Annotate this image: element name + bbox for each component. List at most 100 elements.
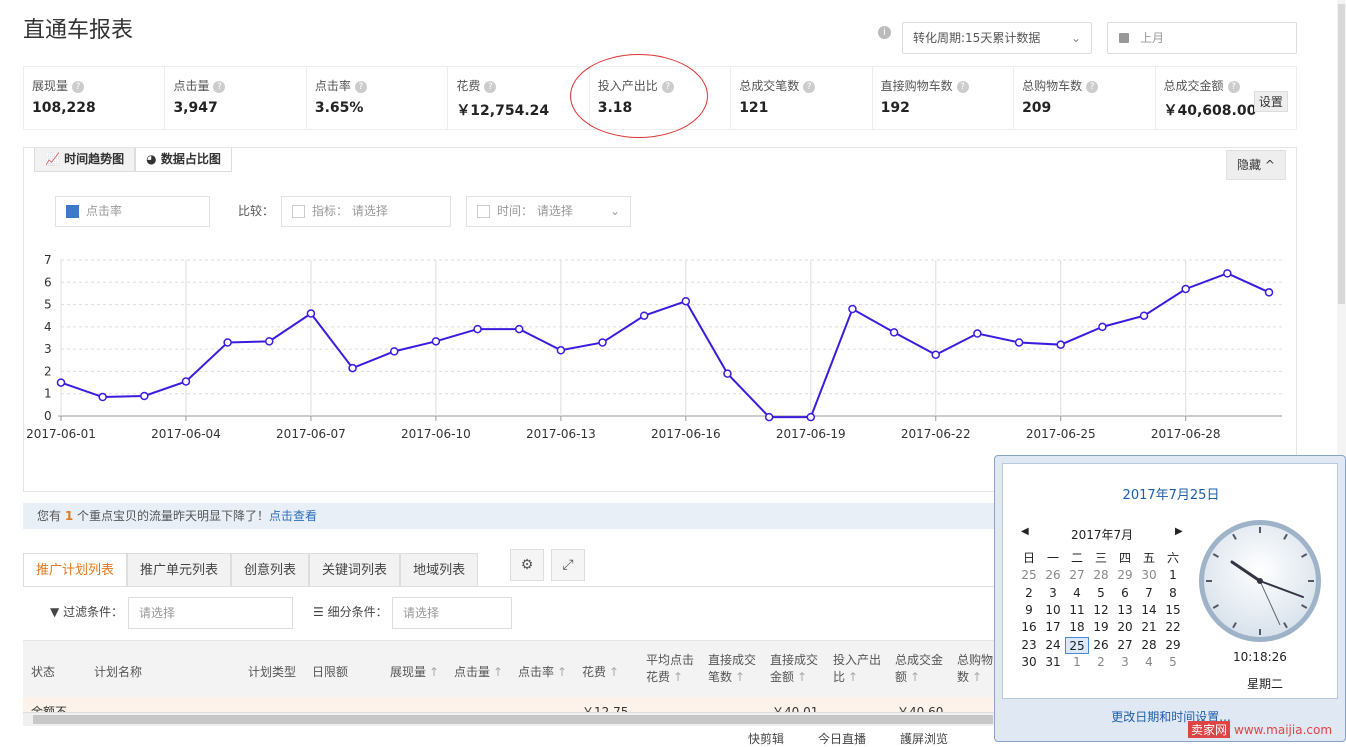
calendar-day[interactable]: 30 <box>1137 567 1161 584</box>
calendar-day[interactable]: 1 <box>1065 654 1089 671</box>
th-daily-budget[interactable]: 日限额 <box>312 663 348 680</box>
scrollbar-thumb[interactable] <box>1338 4 1345 304</box>
metrics-setting-button[interactable]: 设置 <box>1253 91 1288 112</box>
calendar-day[interactable]: 17 <box>1041 619 1065 636</box>
calendar-day[interactable]: 7 <box>1137 585 1161 602</box>
calendar-day[interactable]: 14 <box>1137 602 1161 619</box>
calendar-day[interactable]: 8 <box>1161 585 1185 602</box>
calendar-day[interactable]: 15 <box>1161 602 1185 619</box>
horizontal-scrollbar[interactable] <box>23 712 998 726</box>
breakdown-input[interactable]: 请选择 <box>392 597 512 629</box>
scrollbar-thumb[interactable] <box>33 715 993 724</box>
calendar-day[interactable]: 13 <box>1113 602 1137 619</box>
calendar-day[interactable]: 6 <box>1113 585 1137 602</box>
th-total-cart[interactable]: 总购物数 ↑ <box>957 651 993 685</box>
calendar-day[interactable]: 4 <box>1065 585 1089 602</box>
metric-direct-cart[interactable]: 直接购物车数? 192 <box>873 67 1015 129</box>
calendar-day[interactable]: 11 <box>1065 602 1089 619</box>
metric-total-amount[interactable]: 总成交金额? ￥40,608.00 设置 <box>1156 67 1296 129</box>
hide-chart-button[interactable]: 隐藏 ^ <box>1226 150 1286 180</box>
calendar-day[interactable]: 2 <box>1089 654 1113 671</box>
tab-unit-list[interactable]: 推广单元列表 <box>127 553 232 587</box>
info-icon[interactable]: i <box>878 26 891 39</box>
date-range-input[interactable]: 上月 <box>1107 22 1297 54</box>
data-point <box>1264 288 1274 297</box>
calendar-day[interactable]: 1 <box>1161 567 1185 584</box>
calendar-day[interactable]: 27 <box>1113 637 1137 654</box>
filter-label: ▼ 过滤条件： <box>50 603 123 620</box>
th-direct-amount[interactable]: 直接成交 金额 ↑ <box>770 651 818 685</box>
th-plan-name[interactable]: 计划名称 <box>94 663 142 680</box>
calendar-day[interactable]: 4 <box>1137 654 1161 671</box>
metric-cost[interactable]: 花费? ￥12,754.24 <box>448 67 590 129</box>
calendar-day[interactable]: 26 <box>1089 637 1113 654</box>
metric-total-cart[interactable]: 总购物车数? 209 <box>1014 67 1156 129</box>
taskbar-item-2[interactable]: 今日直播 <box>818 730 866 747</box>
calendar-day[interactable]: 27 <box>1065 567 1089 584</box>
calendar-day[interactable]: 3 <box>1041 585 1065 602</box>
calendar-day[interactable]: 29 <box>1161 637 1185 654</box>
th-impressions[interactable]: 展现量 ↑ <box>390 663 439 680</box>
calendar-day[interactable]: 20 <box>1113 619 1137 636</box>
calendar-day[interactable]: 29 <box>1113 567 1137 584</box>
data-point <box>473 324 482 334</box>
calendar-day[interactable]: 12 <box>1089 602 1113 619</box>
calendar-day[interactable]: 26 <box>1041 567 1065 584</box>
calendar-day[interactable]: 22 <box>1161 619 1185 636</box>
calendar-day[interactable]: 25 <box>1065 636 1089 654</box>
prev-month-icon[interactable]: ◀ <box>1021 526 1029 537</box>
clock-date-title[interactable]: 2017年7月25日 <box>1003 484 1339 503</box>
calendar-day[interactable]: 5 <box>1089 585 1113 602</box>
calendar-day[interactable]: 31 <box>1041 654 1065 671</box>
tab-trend-chart[interactable]: 📈 时间趋势图 <box>34 148 136 172</box>
th-plan-type[interactable]: 计划类型 <box>248 663 296 680</box>
calendar-day[interactable]: 18 <box>1065 619 1089 636</box>
chart-metric-picker[interactable]: 点击率 <box>55 196 210 227</box>
watermark: 卖家网 www.maijia.com <box>1188 721 1332 738</box>
tab-creative-list[interactable]: 创意列表 <box>231 553 310 587</box>
calendar-day[interactable]: 10 <box>1041 602 1065 619</box>
th-cost[interactable]: 花费 ↑ <box>582 663 619 680</box>
taskbar-item-3[interactable]: 護屏浏览 <box>900 730 948 747</box>
th-ctr[interactable]: 点击率 ↑ <box>518 663 567 680</box>
calendar-day[interactable]: 16 <box>1017 619 1041 636</box>
next-month-icon[interactable]: ▶ <box>1175 526 1183 537</box>
checkbox[interactable] <box>292 205 305 218</box>
th-clicks[interactable]: 点击量 ↑ <box>454 663 503 680</box>
conversion-period-select[interactable]: 转化周期:15天累计数据 ⌄ <box>902 22 1092 54</box>
th-status[interactable]: 状态 <box>31 663 55 680</box>
calendar-day[interactable]: 5 <box>1161 654 1185 671</box>
calendar-day[interactable]: 2 <box>1017 585 1041 602</box>
calendar-day[interactable]: 28 <box>1089 567 1113 584</box>
calendar-day[interactable]: 30 <box>1017 654 1041 671</box>
data-point <box>806 412 816 422</box>
metric-impressions[interactable]: 展现量? 108,228 <box>24 67 166 129</box>
checkbox[interactable] <box>477 205 490 218</box>
time-select[interactable]: 时间： 请选择 ⌄ <box>466 196 631 227</box>
calendar-day[interactable]: 25 <box>1017 567 1041 584</box>
th-direct-orders[interactable]: 直接成交 笔数 ↑ <box>708 651 756 685</box>
tab-ratio-chart[interactable]: ◕ 数据占比图 <box>135 148 232 172</box>
calendar-day[interactable]: 9 <box>1017 602 1041 619</box>
metric-ctr[interactable]: 点击率? 3.65% <box>307 67 449 129</box>
calendar-day[interactable]: 19 <box>1089 619 1113 636</box>
gear-icon[interactable]: ⚙ <box>510 549 544 581</box>
filter-input[interactable]: 请选择 <box>128 597 293 629</box>
calendar-day[interactable]: 24 <box>1041 637 1065 654</box>
calendar-day[interactable]: 23 <box>1017 637 1041 654</box>
calendar-day[interactable]: 21 <box>1137 619 1161 636</box>
metric-clicks[interactable]: 点击量? 3,947 <box>165 67 307 129</box>
fullscreen-icon[interactable]: ⤢ <box>551 549 585 581</box>
indicator-select[interactable]: 指标： 请选择 <box>281 196 451 227</box>
alert-link[interactable]: 点击查看 <box>269 509 317 523</box>
taskbar-item-1[interactable]: 快剪辑 <box>748 730 784 747</box>
metric-total-orders[interactable]: 总成交笔数? 121 <box>731 67 873 129</box>
th-total-amount[interactable]: 总成交金额 ↑ <box>895 651 943 685</box>
calendar-day[interactable]: 28 <box>1137 637 1161 654</box>
tab-plan-list[interactable]: 推广计划列表 <box>23 553 128 587</box>
th-avg-click-cost[interactable]: 平均点击 花费 ↑ <box>646 651 694 685</box>
tab-region-list[interactable]: 地域列表 <box>400 553 479 587</box>
tab-keyword-list[interactable]: 关键词列表 <box>309 553 401 587</box>
th-roi[interactable]: 投入产出比 ↑ <box>833 651 881 685</box>
calendar-day[interactable]: 3 <box>1113 654 1137 671</box>
